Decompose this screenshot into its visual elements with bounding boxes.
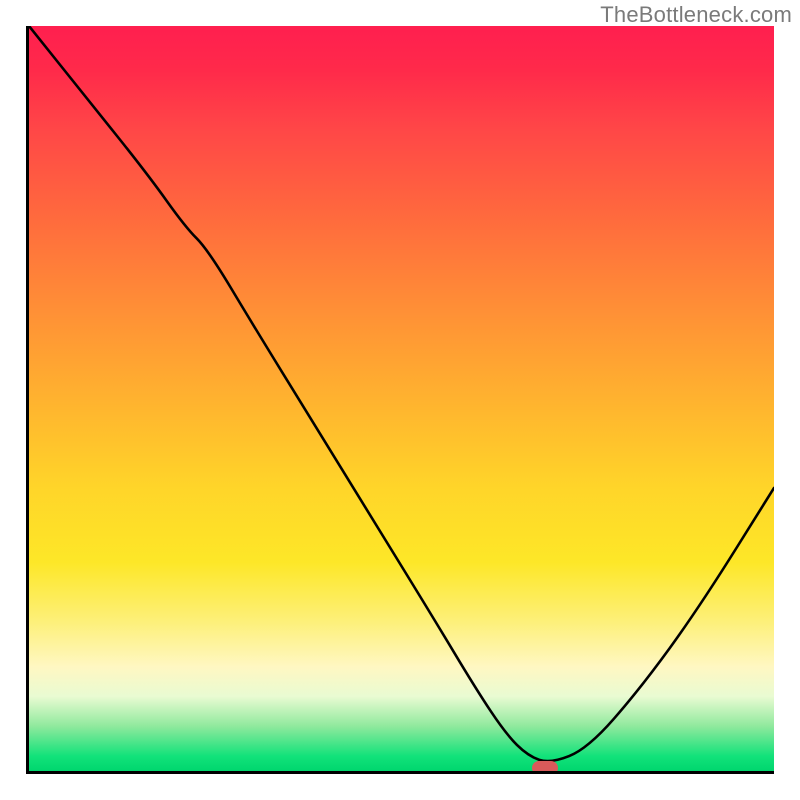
optimal-point-marker [532,761,558,774]
plot-area [26,26,774,774]
watermark-text: TheBottleneck.com [600,2,792,28]
bottleneck-curve [29,26,774,771]
